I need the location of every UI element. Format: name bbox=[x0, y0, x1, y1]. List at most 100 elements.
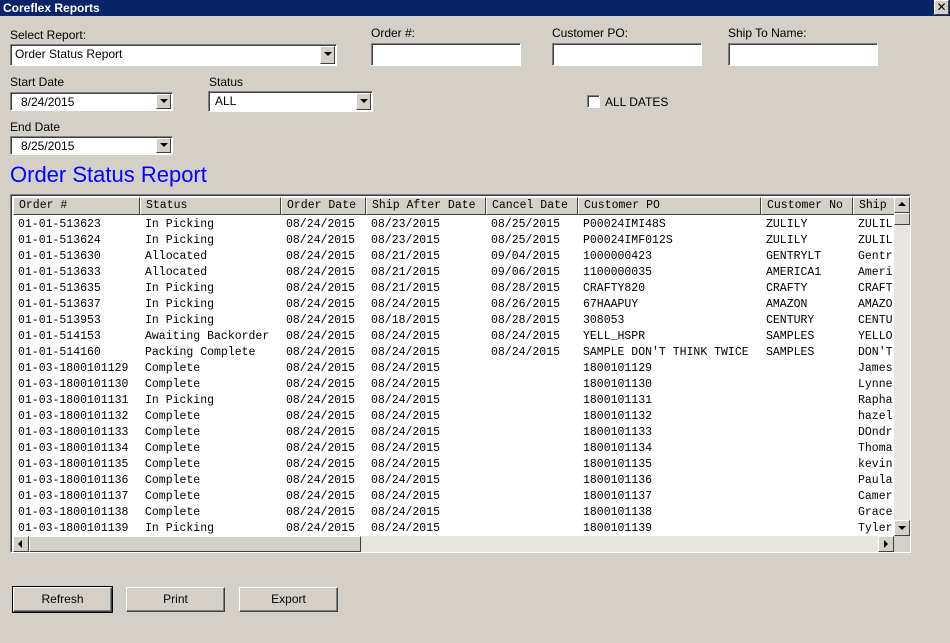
scroll-up-icon[interactable] bbox=[894, 197, 910, 213]
column-header[interactable]: Ship After Date bbox=[366, 197, 486, 215]
table-cell bbox=[761, 473, 853, 489]
table-cell: 08/24/2015 bbox=[371, 458, 441, 471]
horizontal-scrollbar[interactable] bbox=[13, 536, 894, 552]
table-cell: James bbox=[858, 362, 893, 375]
table-cell: SAMPLES bbox=[766, 330, 815, 343]
ship-to-name-input[interactable] bbox=[728, 43, 878, 66]
table-row[interactable]: 01-03-1800101133 Complete 08/24/2015 08/24/… bbox=[13, 425, 894, 441]
table-row[interactable]: 01-01-513633 Allocated 08/24/2015 08/21/201… bbox=[13, 265, 894, 281]
select-report-value: Order Status Report bbox=[15, 47, 123, 61]
table-row[interactable]: 01-01-513953 In Picking 08/24/2015 08/18/20… bbox=[13, 313, 894, 329]
table-cell: 1800101136 bbox=[583, 474, 653, 487]
horizontal-scroll-thumb[interactable] bbox=[29, 536, 361, 552]
scroll-right-icon[interactable] bbox=[878, 536, 894, 552]
print-button[interactable]: Print bbox=[126, 587, 225, 612]
table-cell: 08/24/2015 bbox=[286, 426, 356, 439]
table-cell: 08/18/2015 bbox=[371, 314, 441, 327]
table-cell: 01-01-513624 bbox=[18, 234, 101, 247]
vertical-scroll-thumb[interactable] bbox=[894, 213, 910, 225]
table-cell: 08/24/2015 bbox=[371, 410, 441, 423]
table-cell: Paula bbox=[858, 474, 893, 487]
table-cell: SAMPLES bbox=[766, 346, 815, 359]
table-cell: 1800101133 bbox=[583, 426, 653, 439]
table-row[interactable]: 01-01-513637 In Picking 08/24/2015 08/24/20… bbox=[13, 297, 894, 313]
table-cell: ZULIL bbox=[858, 234, 893, 247]
table-cell: 09/04/2015 bbox=[491, 250, 561, 263]
chevron-down-icon[interactable] bbox=[356, 93, 371, 110]
table-row[interactable]: 01-03-1800101132 Complete 08/24/2015 08/24/… bbox=[13, 409, 894, 425]
refresh-button[interactable]: Refresh bbox=[12, 586, 113, 613]
scroll-corner bbox=[894, 536, 910, 552]
column-header[interactable]: Customer PO bbox=[578, 197, 761, 215]
all-dates-checkbox[interactable] bbox=[587, 95, 600, 108]
chevron-down-icon[interactable] bbox=[156, 138, 171, 153]
end-date-value: 8/25/2015 bbox=[21, 139, 75, 153]
scroll-left-icon[interactable] bbox=[13, 536, 29, 552]
status-dropdown[interactable]: ALL bbox=[208, 91, 373, 112]
report-grid[interactable]: Order # Status Order Date Ship After Date Ca… bbox=[10, 194, 911, 553]
table-cell: Complete bbox=[145, 474, 201, 487]
table-cell: 01-03-1800101133 bbox=[18, 426, 129, 439]
scroll-down-icon[interactable] bbox=[894, 520, 910, 536]
table-cell: 1800101137 bbox=[583, 490, 653, 503]
table-row[interactable]: 01-01-513623 In Picking 08/24/2015 08/23/20… bbox=[13, 217, 894, 233]
table-cell bbox=[761, 505, 853, 521]
table-cell bbox=[486, 473, 578, 489]
table-cell: AMAZON bbox=[766, 298, 808, 311]
chevron-down-icon[interactable] bbox=[156, 94, 171, 109]
export-button[interactable]: Export bbox=[239, 587, 338, 612]
table-cell: In Picking bbox=[145, 314, 215, 327]
table-cell: ZULILY bbox=[766, 234, 808, 247]
start-date-label: Start Date bbox=[10, 75, 65, 89]
select-report-dropdown[interactable]: Order Status Report bbox=[10, 44, 337, 66]
customer-po-label: Customer PO: bbox=[552, 26, 629, 40]
table-cell: 08/24/2015 bbox=[371, 362, 441, 375]
table-cell bbox=[761, 361, 853, 377]
table-row[interactable]: 01-03-1800101137 Complete 08/24/2015 08/24/… bbox=[13, 489, 894, 505]
table-row[interactable]: 01-03-1800101130 Complete 08/24/2015 08/24/… bbox=[13, 377, 894, 393]
column-header[interactable]: Cancel Date bbox=[486, 197, 578, 215]
table-row[interactable]: 01-03-1800101136 Complete 08/24/2015 08/24/… bbox=[13, 473, 894, 489]
table-cell: 01-01-513630 bbox=[18, 250, 101, 263]
table-row[interactable]: 01-03-1800101135 Complete 08/24/2015 08/24/… bbox=[13, 457, 894, 473]
table-row[interactable]: 01-03-1800101139 In Picking 08/24/2015 08/2… bbox=[13, 521, 894, 536]
table-row[interactable]: 01-01-513635 In Picking 08/24/2015 08/21/20… bbox=[13, 281, 894, 297]
customer-po-input[interactable] bbox=[552, 43, 702, 66]
table-row[interactable]: 01-01-514153 Awaiting Backorder 08/24/2015… bbox=[13, 329, 894, 345]
table-row[interactable]: 01-01-513624 In Picking 08/24/2015 08/23/20… bbox=[13, 233, 894, 249]
table-row[interactable]: 01-01-514160 Packing Complete 08/24/2015 08… bbox=[13, 345, 894, 361]
column-header[interactable]: Customer No bbox=[761, 197, 853, 215]
start-date-picker[interactable]: 8/24/2015 bbox=[10, 92, 173, 111]
table-cell: In Picking bbox=[145, 282, 215, 295]
table-cell: 08/24/2015 bbox=[286, 298, 356, 311]
table-cell bbox=[486, 489, 578, 505]
table-cell bbox=[761, 521, 853, 536]
column-header[interactable]: Order # bbox=[13, 197, 140, 215]
table-row[interactable]: 01-03-1800101134 Complete 08/24/2015 08/24/… bbox=[13, 441, 894, 457]
table-cell: 08/24/2015 bbox=[371, 474, 441, 487]
table-cell: In Picking bbox=[145, 234, 215, 247]
table-cell: 08/24/2015 bbox=[371, 522, 441, 535]
table-cell: 08/24/2015 bbox=[371, 490, 441, 503]
table-cell: 08/24/2015 bbox=[286, 314, 356, 327]
table-cell: In Picking bbox=[145, 394, 215, 407]
close-icon[interactable]: ✕ bbox=[934, 0, 949, 15]
table-row[interactable]: 01-03-1800101138 Complete 08/24/2015 08/24/… bbox=[13, 505, 894, 521]
table-cell bbox=[761, 489, 853, 505]
end-date-picker[interactable]: 8/25/2015 bbox=[10, 136, 173, 155]
order-number-input[interactable] bbox=[371, 43, 521, 66]
end-date-label: End Date bbox=[10, 120, 61, 134]
table-cell bbox=[761, 409, 853, 425]
vertical-scrollbar[interactable] bbox=[894, 197, 910, 536]
table-row[interactable]: 01-03-1800101129 Complete 08/24/2015 08/24/… bbox=[13, 361, 894, 377]
table-cell: 67HAAPUY bbox=[583, 298, 639, 311]
table-cell bbox=[486, 425, 578, 441]
table-cell bbox=[486, 457, 578, 473]
table-row[interactable]: 01-01-513630 Allocated 08/24/2015 08/21/201… bbox=[13, 249, 894, 265]
column-header[interactable]: Ship bbox=[853, 197, 894, 215]
column-header[interactable]: Order Date bbox=[281, 197, 366, 215]
table-row[interactable]: 01-03-1800101131 In Picking 08/24/2015 08/2… bbox=[13, 393, 894, 409]
chevron-down-icon[interactable] bbox=[320, 46, 335, 64]
column-header[interactable]: Status bbox=[140, 197, 281, 215]
table-cell: 08/24/2015 bbox=[371, 346, 441, 359]
